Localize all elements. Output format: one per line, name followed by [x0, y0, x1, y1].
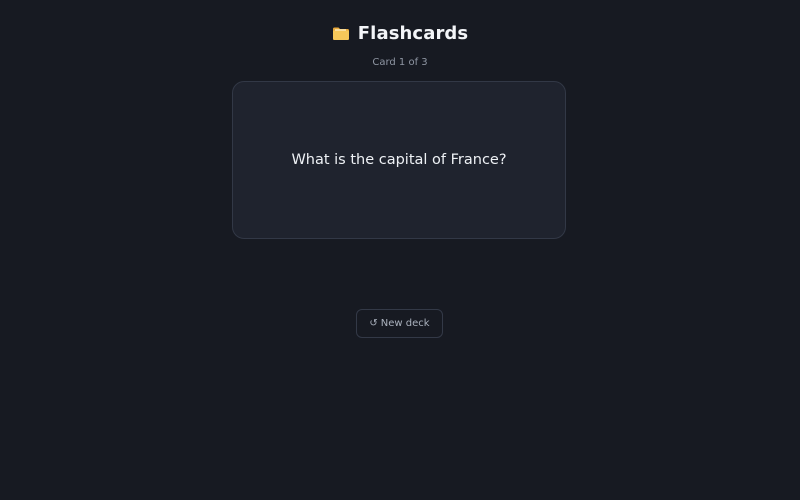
flashcard-question: What is the capital of France?	[291, 152, 507, 168]
flashcard[interactable]: What is the capital of France?	[232, 81, 566, 239]
refresh-icon: ↺	[369, 317, 378, 329]
new-deck-label: New deck	[380, 318, 430, 329]
header: Flashcards	[0, 20, 800, 46]
page-title: Flashcards	[357, 22, 469, 44]
new-deck-button[interactable]: ↺ New deck	[356, 309, 443, 338]
card-counter: Card 1 of 3	[372, 57, 428, 68]
flashcards-app: Flashcards Card 1 of 3 What is the capit…	[0, 0, 800, 500]
folder-icon	[332, 26, 350, 41]
